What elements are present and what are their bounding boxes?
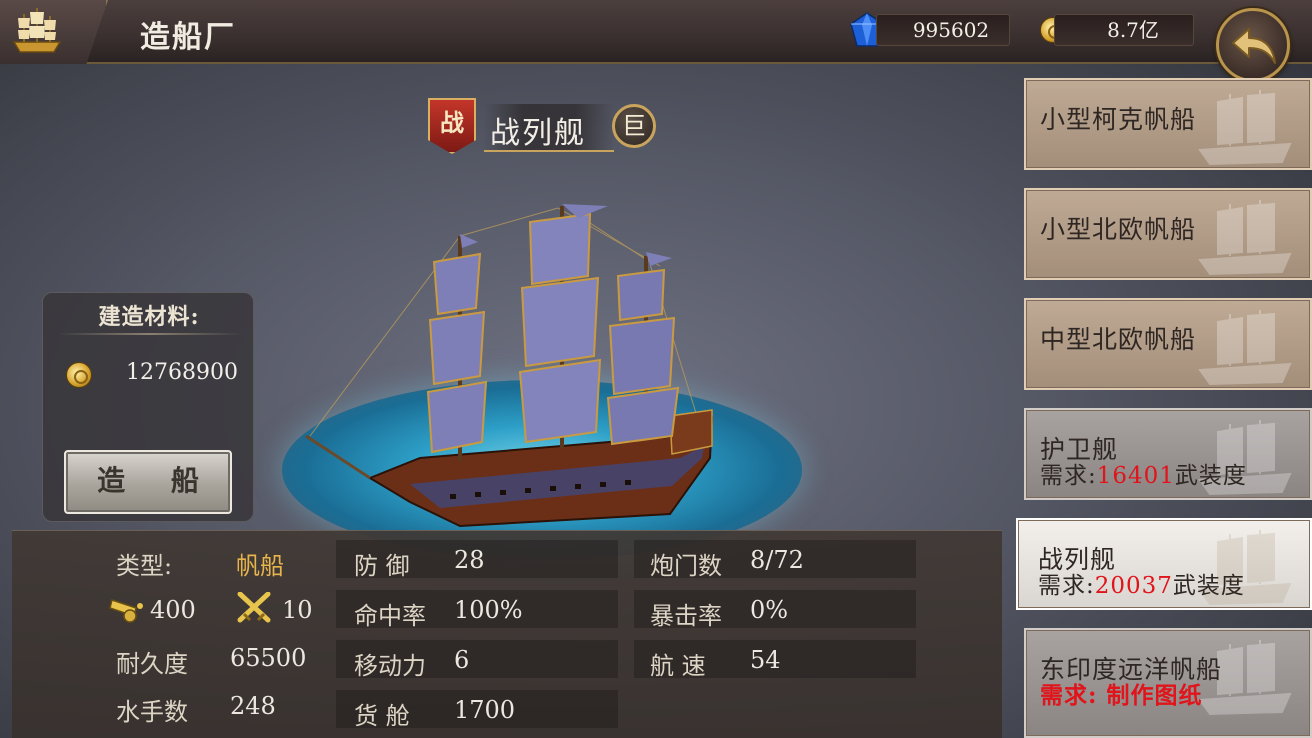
logo-plate	[0, 0, 108, 64]
build-ship-button[interactable]: 造 船	[64, 450, 232, 514]
cargo-value: 1700	[454, 696, 516, 724]
cargo-label: 货 舱	[354, 702, 410, 730]
accuracy-value: 100%	[454, 596, 523, 624]
requirement-value: 20037	[1094, 573, 1173, 599]
back-arrow-icon	[1232, 28, 1276, 64]
sailors-label: 水手数	[116, 698, 188, 726]
cannon-value: 400	[150, 596, 196, 624]
crit-label: 暴击率	[650, 602, 722, 630]
ship-silhouette-icon	[1198, 90, 1292, 166]
requirement-prefix: 需求:	[1040, 463, 1097, 489]
durability-value: 65500	[230, 644, 307, 672]
gunports-value: 8/72	[750, 546, 804, 574]
ship-logo-icon	[12, 8, 62, 53]
ship-list-name: 小型柯克帆船	[1040, 105, 1197, 134]
ship-list-item[interactable]: 护卫舰 需求:16401武装度	[1024, 408, 1312, 500]
page-title: 造船厂	[140, 20, 236, 55]
ship-list-item[interactable]: 小型北欧帆船	[1024, 188, 1312, 280]
durability-label: 耐久度	[116, 650, 188, 678]
back-button[interactable]	[1216, 8, 1290, 82]
materials-title: 建造材料:	[98, 304, 200, 330]
ship-silhouette-icon	[1198, 310, 1292, 386]
speed-value: 54	[750, 646, 781, 674]
gold-coin-icon	[66, 362, 92, 388]
requirement-suffix: 武装度	[1174, 463, 1247, 489]
warship-model-icon[interactable]	[300, 196, 730, 536]
sailors-value: 248	[230, 692, 276, 720]
crossed-swords-icon	[237, 592, 271, 623]
ship-list-item-selected[interactable]: 战列舰 需求:20037武装度	[1016, 518, 1312, 610]
ship-list-name: 小型北欧帆船	[1040, 215, 1197, 244]
cannon-icon	[109, 599, 143, 623]
gold-cost-value: 12768900	[126, 360, 238, 385]
materials-divider	[57, 333, 241, 335]
gunports-label: 炮门数	[650, 552, 722, 580]
mobility-value: 6	[454, 646, 470, 674]
defense-label: 防 御	[354, 552, 410, 580]
ship-size-badge: 巨	[612, 104, 656, 148]
ship-class-badge: 战	[428, 98, 476, 154]
ship-requirement: 需求:20037武装度	[1038, 566, 1245, 600]
ship-list-item[interactable]: 东印度远洋帆船 需求: 制作图纸	[1024, 628, 1312, 738]
mobility-label: 移动力	[354, 652, 426, 680]
top-bar: 造船厂 995602 8.7亿	[0, 0, 1312, 82]
type-label: 类型:	[116, 552, 173, 580]
gem-counter: 995602	[876, 14, 1010, 46]
crew-attack-value: 10	[282, 596, 313, 624]
type-value: 帆船	[236, 552, 284, 580]
requirement-suffix: 武装度	[1172, 573, 1245, 599]
speed-label: 航 速	[650, 652, 706, 680]
ship-name: 战列舰	[490, 116, 586, 151]
accuracy-label: 命中率	[354, 602, 426, 630]
ship-requirement: 需求:16401武装度	[1040, 456, 1247, 490]
requirement-prefix: 需求:	[1038, 573, 1095, 599]
ship-list-name: 中型北欧帆船	[1040, 325, 1197, 354]
ship-requirement: 需求: 制作图纸	[1040, 682, 1203, 709]
ship-list-item[interactable]: 中型北欧帆船	[1024, 298, 1312, 390]
gold-counter: 8.7亿	[1054, 14, 1194, 46]
ship-list-item[interactable]: 小型柯克帆船	[1024, 78, 1312, 170]
ship-silhouette-icon	[1198, 200, 1292, 276]
crit-value: 0%	[750, 596, 789, 624]
requirement-value: 16401	[1096, 463, 1175, 489]
defense-value: 28	[454, 546, 485, 574]
